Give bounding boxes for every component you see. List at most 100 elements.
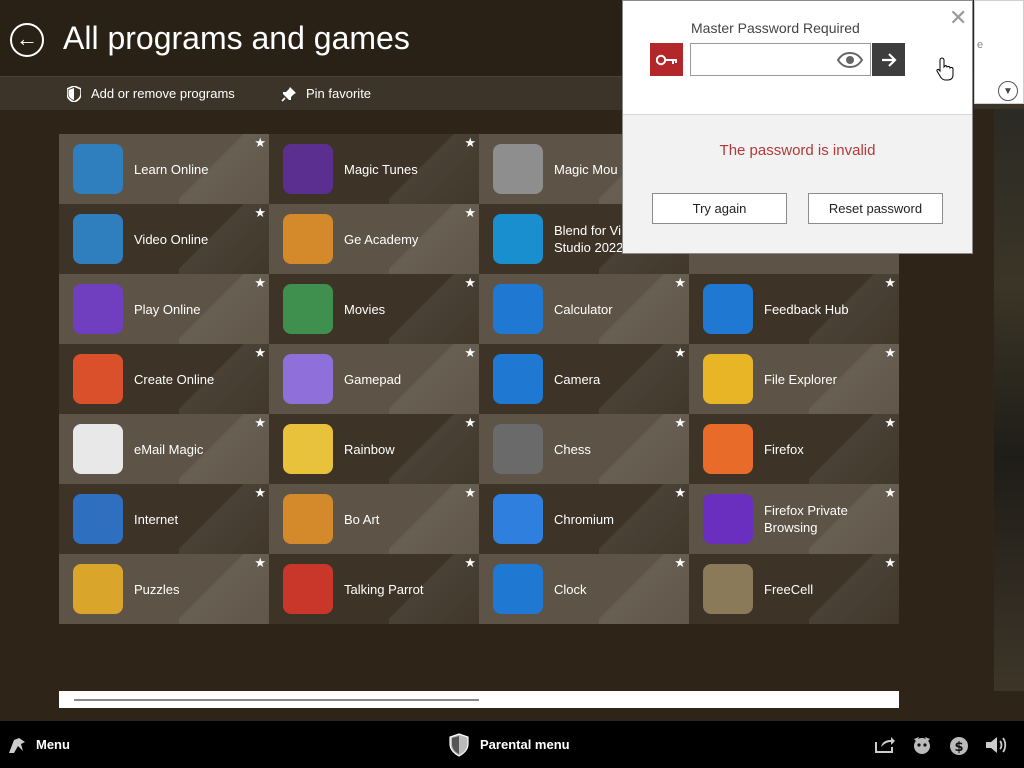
program-tile[interactable]: Firefox Private Browsing ★ <box>689 484 899 554</box>
favorite-star-icon[interactable]: ★ <box>464 485 476 501</box>
try-again-button[interactable]: Try again <box>652 193 787 224</box>
menu-button[interactable]: Menu <box>6 721 70 768</box>
side-panel-text: e <box>977 39 984 51</box>
program-tile[interactable]: Puzzles ★ <box>59 554 269 624</box>
share-icon[interactable] <box>873 733 897 757</box>
program-tile[interactable]: FreeCell ★ <box>689 554 899 624</box>
favorite-star-icon[interactable]: ★ <box>464 345 476 361</box>
reset-password-button[interactable]: Reset password <box>808 193 943 224</box>
favorite-star-icon[interactable]: ★ <box>254 555 266 571</box>
program-tile[interactable]: Talking Parrot ★ <box>269 554 479 624</box>
program-tile[interactable]: Camera ★ <box>479 344 689 414</box>
program-tile[interactable]: Movies ★ <box>269 274 479 344</box>
favorite-star-icon[interactable]: ★ <box>254 485 266 501</box>
mascot-icon[interactable] <box>910 733 934 757</box>
error-message: The password is invalid <box>719 142 876 159</box>
favorite-star-icon[interactable]: ★ <box>254 275 266 291</box>
play-online-icon <box>73 284 123 334</box>
favorite-star-icon[interactable]: ★ <box>674 275 686 291</box>
program-tile[interactable]: Calculator ★ <box>479 274 689 344</box>
favorite-star-icon[interactable]: ★ <box>674 415 686 431</box>
favorite-star-icon[interactable]: ★ <box>464 205 476 221</box>
close-icon[interactable]: ✕ <box>949 7 967 29</box>
money-icon[interactable]: $ <box>947 733 971 757</box>
video-online-icon <box>73 214 123 264</box>
pin-favorite-button[interactable]: Pin favorite <box>281 77 371 110</box>
expand-chevron-icon[interactable]: ▼ <box>998 81 1018 101</box>
tile-label: FreeCell <box>764 581 814 597</box>
chromium-icon <box>493 494 543 544</box>
chess-icon <box>493 424 543 474</box>
tile-label: Play Online <box>134 301 201 317</box>
tile-label: Feedback Hub <box>764 301 849 317</box>
favorite-star-icon[interactable]: ★ <box>254 205 266 221</box>
program-tile[interactable]: Clock ★ <box>479 554 689 624</box>
file-explorer-icon <box>703 354 753 404</box>
favorite-star-icon[interactable]: ★ <box>674 485 686 501</box>
tile-label: Bo Art <box>344 511 380 527</box>
program-tile[interactable]: Learn Online ★ <box>59 134 269 204</box>
scrollbar-thumb[interactable] <box>74 699 479 701</box>
internet-icon <box>73 494 123 544</box>
favorite-star-icon[interactable]: ★ <box>254 135 266 151</box>
email-magic-icon <box>73 424 123 474</box>
favorite-star-icon[interactable]: ★ <box>464 555 476 571</box>
favorite-star-icon[interactable]: ★ <box>884 345 896 361</box>
program-tile[interactable]: Ge Academy ★ <box>269 204 479 274</box>
favorite-star-icon[interactable]: ★ <box>674 555 686 571</box>
program-tile[interactable]: Gamepad ★ <box>269 344 479 414</box>
calculator-icon <box>493 284 543 334</box>
program-tile[interactable]: Video Online ★ <box>59 204 269 274</box>
program-tile[interactable]: Chess ★ <box>479 414 689 484</box>
magic-tunes-icon <box>283 144 333 194</box>
program-tile[interactable]: Magic Tunes ★ <box>269 134 479 204</box>
tile-label: Chromium <box>554 511 614 527</box>
program-tile[interactable]: Chromium ★ <box>479 484 689 554</box>
favorite-star-icon[interactable]: ★ <box>254 345 266 361</box>
favorite-star-icon[interactable]: ★ <box>254 415 266 431</box>
volume-icon[interactable] <box>984 733 1008 757</box>
program-tile[interactable]: Feedback Hub ★ <box>689 274 899 344</box>
pin-favorite-label: Pin favorite <box>306 86 372 101</box>
back-button[interactable]: ← <box>10 23 44 57</box>
dialog-label: Master Password Required <box>691 20 860 36</box>
program-tile[interactable]: Internet ★ <box>59 484 269 554</box>
favorite-star-icon[interactable]: ★ <box>674 345 686 361</box>
mouse-cursor-hand-icon <box>936 57 954 81</box>
program-tile[interactable]: eMail Magic ★ <box>59 414 269 484</box>
firefox-icon <box>703 424 753 474</box>
favorite-star-icon[interactable]: ★ <box>884 485 896 501</box>
back-arrow-icon: ← <box>16 26 38 51</box>
favorite-star-icon[interactable]: ★ <box>884 555 896 571</box>
tile-label: Talking Parrot <box>344 581 424 597</box>
program-tile[interactable]: Create Online ★ <box>59 344 269 414</box>
favorite-star-icon[interactable]: ★ <box>464 135 476 151</box>
program-tile[interactable]: Bo Art ★ <box>269 484 479 554</box>
favorite-star-icon[interactable]: ★ <box>464 275 476 291</box>
blend-vs-icon <box>493 214 543 264</box>
tile-label: Firefox <box>764 441 804 457</box>
program-tile[interactable]: Firefox ★ <box>689 414 899 484</box>
dialog-top: Master Password Required ✕ <box>623 1 972 115</box>
camera-icon <box>493 354 543 404</box>
program-tile[interactable]: File Explorer ★ <box>689 344 899 414</box>
program-tile[interactable]: Rainbow ★ <box>269 414 479 484</box>
submit-arrow-button[interactable] <box>872 43 905 76</box>
parental-menu-button[interactable]: Parental menu <box>448 721 570 768</box>
show-password-eye-icon[interactable] <box>835 47 865 72</box>
favorite-star-icon[interactable]: ★ <box>464 415 476 431</box>
add-remove-programs-button[interactable]: Add or remove programs <box>66 77 235 110</box>
background-scene <box>994 109 1024 691</box>
tile-label: Calculator <box>554 301 613 317</box>
tile-label: Magic Tunes <box>344 161 418 177</box>
favorite-star-icon[interactable]: ★ <box>884 275 896 291</box>
program-tile[interactable]: Play Online ★ <box>59 274 269 344</box>
favorite-star-icon[interactable]: ★ <box>884 415 896 431</box>
toolbar: Add or remove programs Pin favorite <box>0 76 622 110</box>
tile-label: Chess <box>554 441 591 457</box>
horizontal-scrollbar[interactable] <box>59 691 899 708</box>
menu-label: Menu <box>36 737 70 752</box>
tile-label: eMail Magic <box>134 441 204 457</box>
bottom-bar: Menu Parental menu $ <box>0 721 1024 768</box>
parental-menu-label: Parental menu <box>480 737 570 752</box>
